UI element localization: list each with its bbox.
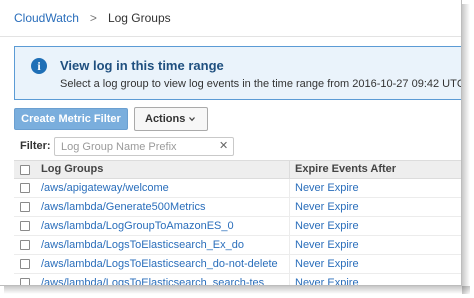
- column-divider: [289, 274, 290, 285]
- filter-field[interactable]: ✕: [54, 137, 234, 156]
- info-banner-text: Select a log group to view log events in…: [60, 78, 462, 90]
- column-divider: [289, 198, 290, 217]
- log-group-link[interactable]: /aws/lambda/LogsToElasticsearch_do-not-d…: [41, 258, 278, 270]
- column-divider: [289, 255, 290, 274]
- window-shadow: [462, 4, 470, 294]
- clear-icon[interactable]: ✕: [219, 139, 228, 152]
- expire-setting-link[interactable]: Never Expire: [295, 239, 359, 251]
- expire-setting-link[interactable]: Never Expire: [295, 201, 359, 213]
- info-circle-icon: i: [31, 58, 47, 74]
- table-row: /aws/lambda/LogsToElasticsearch_do-not-d…: [14, 255, 461, 274]
- row-checkbox[interactable]: [20, 240, 30, 250]
- log-group-link[interactable]: /aws/lambda/LogsToElasticsearch_search-t…: [41, 277, 264, 285]
- expire-setting-link[interactable]: Never Expire: [295, 182, 359, 194]
- column-header-expire-events-after[interactable]: Expire Events After: [295, 163, 396, 175]
- expire-setting-link[interactable]: Never Expire: [295, 258, 359, 270]
- table-row: /aws/lambda/LogsToElasticsearch_search-t…: [14, 274, 461, 285]
- info-banner: i View log in this time range Select a l…: [14, 46, 462, 100]
- expire-setting-link[interactable]: Never Expire: [295, 277, 359, 285]
- cloudwatch-window: CloudWatch > Log Groups i View log in th…: [0, 0, 462, 286]
- row-checkbox[interactable]: [20, 221, 30, 231]
- filter-label: Filter:: [20, 140, 51, 152]
- row-checkbox[interactable]: [20, 183, 30, 193]
- expire-setting-link[interactable]: Never Expire: [295, 220, 359, 232]
- create-metric-filter-button[interactable]: Create Metric Filter: [14, 108, 128, 130]
- header-divider: [0, 36, 461, 37]
- log-group-link[interactable]: /aws/lambda/LogGroupToAmazonES_0: [41, 220, 234, 232]
- table-row: /aws/apigateway/welcome Never Expire: [14, 179, 461, 198]
- breadcrumb: CloudWatch > Log Groups: [14, 10, 171, 26]
- actions-dropdown-button[interactable]: Actions: [134, 107, 208, 131]
- breadcrumb-current: Log Groups: [107, 11, 171, 25]
- column-header-log-groups[interactable]: Log Groups: [41, 163, 103, 175]
- select-all-checkbox[interactable]: [20, 165, 30, 175]
- log-group-prefix-input[interactable]: [61, 140, 211, 153]
- row-checkbox[interactable]: [20, 259, 30, 269]
- info-banner-title: View log in this time range: [60, 58, 224, 73]
- log-group-link[interactable]: /aws/lambda/LogsToElasticsearch_Ex_do: [41, 239, 244, 251]
- table-row: /aws/lambda/LogGroupToAmazonES_0 Never E…: [14, 217, 461, 236]
- window-shadow: [4, 286, 470, 294]
- log-group-link[interactable]: /aws/apigateway/welcome: [41, 182, 169, 194]
- column-divider: [289, 179, 290, 198]
- table-row: /aws/lambda/Generate500Metrics Never Exp…: [14, 198, 461, 217]
- table-header: Log Groups Expire Events After: [14, 160, 461, 179]
- breadcrumb-cloudwatch-link[interactable]: CloudWatch: [14, 11, 79, 25]
- actions-label: Actions: [145, 113, 186, 125]
- column-divider: [289, 161, 290, 179]
- chevron-down-icon: [189, 117, 195, 122]
- column-divider: [289, 236, 290, 255]
- log-group-link[interactable]: /aws/lambda/Generate500Metrics: [41, 201, 205, 213]
- breadcrumb-separator: >: [89, 11, 97, 25]
- column-divider: [289, 217, 290, 236]
- row-checkbox[interactable]: [20, 202, 30, 212]
- table-row: /aws/lambda/LogsToElasticsearch_Ex_do Ne…: [14, 236, 461, 255]
- row-checkbox[interactable]: [20, 278, 30, 285]
